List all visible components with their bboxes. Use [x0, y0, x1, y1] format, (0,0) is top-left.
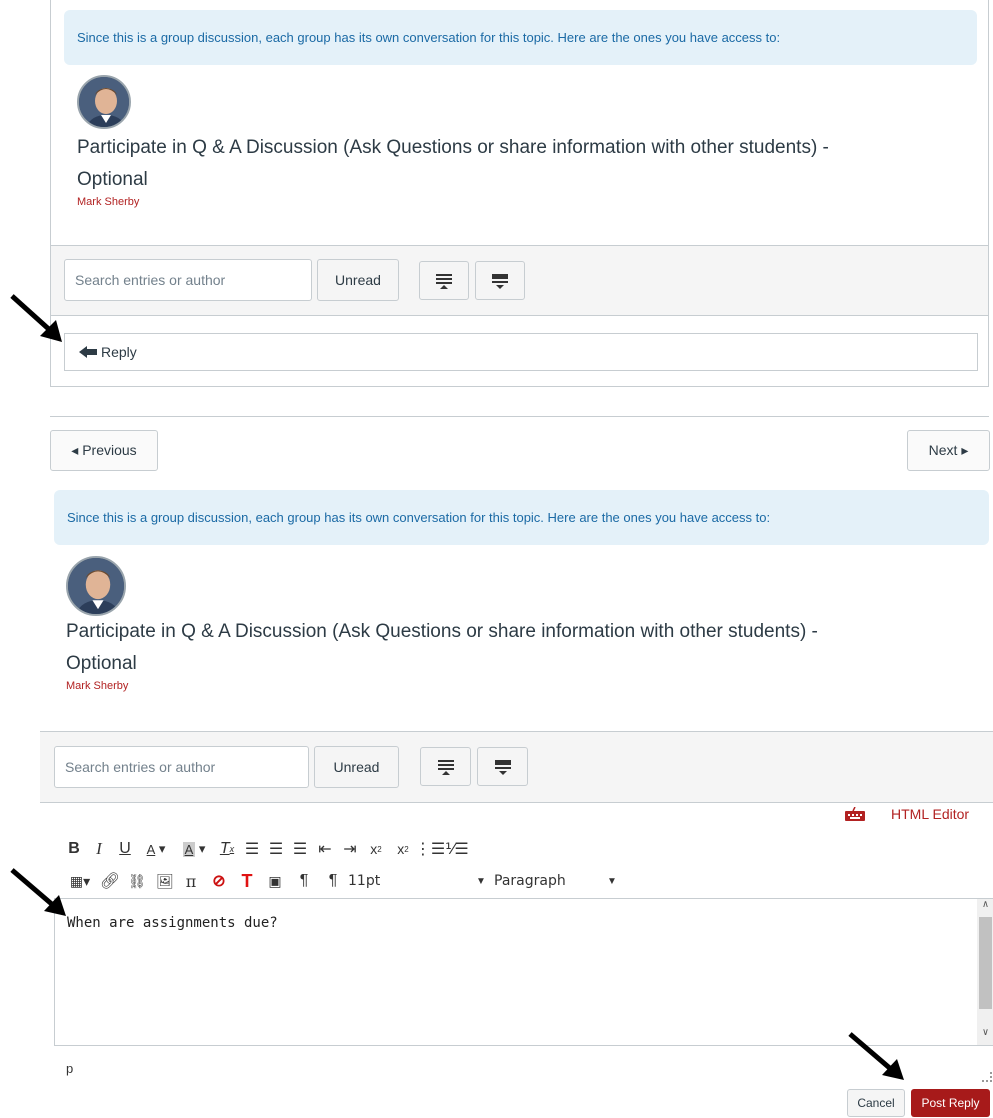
- annotation-arrow-icon: [10, 294, 62, 342]
- collapse-all-button-2[interactable]: [420, 747, 471, 786]
- search-input[interactable]: Search entries or author: [64, 259, 312, 301]
- numbered-list-icon[interactable]: ⅟☰: [444, 836, 470, 862]
- block-format-chevron-down-icon[interactable]: ▼: [604, 876, 620, 887]
- reply-button[interactable]: Reply: [64, 333, 978, 371]
- editor-toolbar-row1: B I U A ▾ A ▾ Tx ☰ ☰ ☰ ⇤ ⇥ x2 x2 ⋮☰ ⅟☰: [62, 836, 470, 862]
- keyboard-icon: [845, 807, 865, 821]
- block-format-value: Paragraph: [494, 873, 566, 889]
- resize-handle-icon[interactable]: [982, 1072, 992, 1082]
- html-editor-label: HTML Editor: [891, 806, 970, 822]
- search-placeholder: Search entries or author: [75, 272, 226, 288]
- expand-icon: [492, 273, 508, 289]
- author-name-2[interactable]: Mark Sherby: [66, 680, 966, 692]
- align-right-icon[interactable]: ☰: [288, 836, 312, 862]
- avatar-2[interactable]: [66, 556, 126, 616]
- topic-header: Participate in Q & A Discussion (Ask Que…: [77, 132, 957, 208]
- previous-label: ◂ Previous: [71, 442, 137, 458]
- topic-title-line2-2: Optional: [66, 653, 137, 674]
- scroll-up-icon[interactable]: ∧: [977, 899, 993, 917]
- scroll-thumb[interactable]: [979, 917, 992, 1009]
- next-button[interactable]: Next ▸: [907, 430, 990, 471]
- post-reply-label: Post Reply: [921, 1096, 980, 1110]
- editor-toolbar-row2: ▦▾ 🔗︎ ⛓︎ 🖼︎ π ⊘ T ▣ ¶ ¶ 11pt ▼ Paragraph…: [62, 868, 620, 894]
- indent-icon[interactable]: ⇥: [338, 836, 362, 862]
- font-size-select[interactable]: 11pt: [348, 873, 468, 889]
- bold-button[interactable]: B: [62, 836, 86, 862]
- block-format-select[interactable]: Paragraph: [494, 873, 604, 889]
- expand-icon: [494, 759, 511, 775]
- equation-icon[interactable]: π: [178, 872, 204, 891]
- subscript-icon[interactable]: x2: [390, 836, 416, 862]
- previous-button[interactable]: ◂ Previous: [50, 430, 158, 471]
- group-notice-banner-2: Since this is a group discussion, each g…: [54, 490, 989, 545]
- topic-header-2: Participate in Q & A Discussion (Ask Que…: [66, 616, 966, 692]
- next-label: Next ▸: [928, 442, 969, 458]
- avatar-photo-2: [68, 558, 124, 614]
- author-name[interactable]: Mark Sherby: [77, 196, 957, 208]
- search-placeholder-2: Search entries or author: [65, 759, 216, 775]
- group-notice-text: Since this is a group discussion, each g…: [77, 30, 781, 45]
- cancel-button[interactable]: Cancel: [847, 1089, 905, 1117]
- collapse-icon: [436, 273, 452, 289]
- collapse-all-button[interactable]: [419, 261, 469, 300]
- expand-all-button-2[interactable]: [477, 747, 528, 786]
- expand-all-button[interactable]: [475, 261, 525, 300]
- divider: [50, 416, 989, 417]
- reply-arrow-icon: [79, 346, 97, 358]
- media-icon[interactable]: ▣: [260, 873, 290, 890]
- group-notice-banner: Since this is a group discussion, each g…: [64, 10, 977, 65]
- html-editor-toggle[interactable]: HTML Editor: [845, 806, 969, 822]
- annotation-arrow-icon: [848, 1032, 904, 1080]
- ltr-icon[interactable]: ¶: [290, 872, 318, 890]
- unread-button[interactable]: Unread: [317, 259, 399, 301]
- bullet-list-icon[interactable]: ⋮☰: [415, 836, 445, 862]
- flash-icon[interactable]: ⊘: [204, 871, 234, 891]
- annotation-arrow-icon: [10, 868, 66, 916]
- outdent-icon[interactable]: ⇤: [312, 836, 338, 862]
- align-left-icon[interactable]: ☰: [240, 836, 264, 862]
- text-color-button[interactable]: A ▾: [138, 836, 174, 862]
- topic-title-line1-2: Participate in Q & A Discussion (Ask Que…: [66, 621, 818, 642]
- clear-formatting-icon[interactable]: Tx: [214, 836, 240, 862]
- search-input-2[interactable]: Search entries or author: [54, 746, 309, 788]
- rtl-icon[interactable]: ¶: [318, 872, 348, 890]
- topic-title-line2: Optional: [77, 169, 148, 190]
- editor-scrollbar[interactable]: ∧ ∨: [977, 899, 993, 1045]
- unread-label-2: Unread: [333, 759, 380, 775]
- post-reply-button[interactable]: Post Reply: [911, 1089, 990, 1117]
- editor-status-path: p: [66, 1061, 74, 1076]
- link-icon[interactable]: 🔗︎: [98, 871, 122, 891]
- underline-button[interactable]: U: [112, 836, 138, 862]
- align-center-icon[interactable]: ☰: [264, 836, 288, 862]
- unread-button-2[interactable]: Unread: [314, 746, 399, 788]
- background-color-button[interactable]: A ▾: [174, 836, 214, 862]
- reply-label: Reply: [101, 344, 137, 360]
- image-icon[interactable]: 🖼︎: [152, 873, 178, 890]
- collapse-icon: [437, 759, 454, 775]
- font-size-chevron-down-icon[interactable]: ▼: [468, 876, 494, 887]
- topic-title-line1: Participate in Q & A Discussion (Ask Que…: [77, 137, 829, 158]
- editor-content[interactable]: When are assignments due?: [55, 899, 993, 931]
- font-size-value: 11pt: [348, 873, 381, 889]
- unread-label: Unread: [335, 272, 381, 288]
- reply-editor[interactable]: When are assignments due? ∧ ∨: [54, 898, 993, 1046]
- superscript-icon[interactable]: x2: [362, 836, 390, 862]
- text-tool-icon[interactable]: T: [234, 871, 260, 892]
- avatar[interactable]: [77, 75, 131, 129]
- group-notice-text-2: Since this is a group discussion, each g…: [67, 510, 771, 525]
- cancel-label: Cancel: [857, 1096, 895, 1110]
- scroll-down-icon[interactable]: ∨: [977, 1027, 993, 1038]
- italic-button[interactable]: I: [86, 836, 112, 862]
- unlink-icon[interactable]: ⛓︎: [122, 873, 152, 890]
